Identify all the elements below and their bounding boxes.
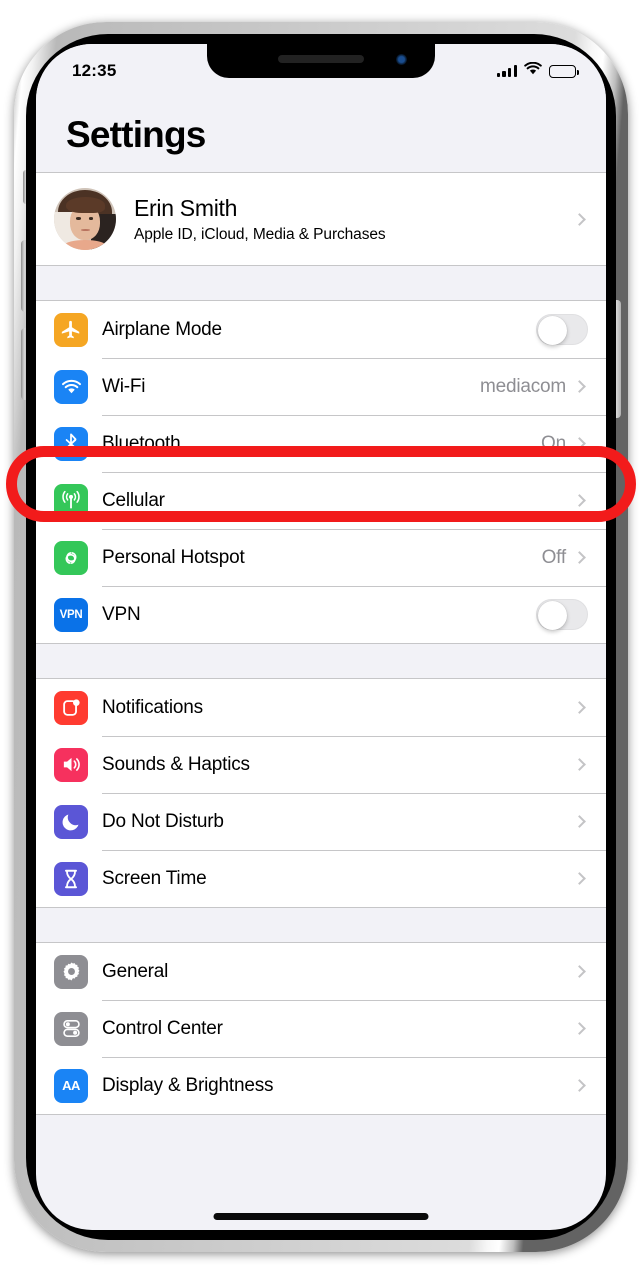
display-aa-icon: AA bbox=[54, 1068, 88, 1103]
speaker-icon bbox=[54, 747, 88, 782]
group-separator bbox=[36, 908, 606, 942]
settings-row-label: Notifications bbox=[102, 696, 203, 718]
page-title: Settings bbox=[66, 114, 206, 155]
gear-icon bbox=[54, 954, 88, 989]
chevron-right-icon bbox=[573, 437, 586, 450]
hourglass-icon bbox=[54, 861, 88, 896]
settings-row-bluetooth[interactable]: Bluetooth On bbox=[36, 415, 606, 472]
settings-group-connectivity: Airplane Mode Wi-Fi mediacom Bluetooth O… bbox=[36, 300, 606, 644]
control-center-icon bbox=[54, 1011, 88, 1046]
wifi-network-value: mediacom bbox=[479, 375, 566, 397]
settings-row-label: Screen Time bbox=[102, 867, 207, 889]
settings-row-control-center[interactable]: Control Center bbox=[36, 1000, 606, 1057]
profile-group: Erin Smith Apple ID, iCloud, Media & Pur… bbox=[36, 172, 606, 266]
front-camera-icon bbox=[396, 54, 407, 65]
vpn-toggle[interactable] bbox=[536, 599, 588, 630]
settings-scroll-view[interactable]: Settings Erin Smith Apple ID, iCloud, Me… bbox=[36, 44, 606, 1230]
settings-row-label: Airplane Mode bbox=[102, 318, 222, 340]
settings-row-label: Control Center bbox=[102, 1017, 223, 1039]
device-notch bbox=[207, 44, 435, 78]
profile-name: Erin Smith bbox=[134, 194, 238, 221]
home-indicator[interactable] bbox=[213, 1213, 429, 1220]
airplane-icon bbox=[54, 312, 88, 347]
phone-screen: 12:35 Settings Erin Smith Apple ID, iClo… bbox=[36, 44, 606, 1230]
chevron-right-icon bbox=[573, 380, 586, 393]
settings-row-cellular[interactable]: Cellular bbox=[36, 472, 606, 529]
chevron-right-icon bbox=[573, 494, 586, 507]
group-separator bbox=[36, 644, 606, 678]
settings-row-screen-time[interactable]: Screen Time bbox=[36, 850, 606, 907]
chevron-right-icon bbox=[573, 212, 586, 226]
wifi-icon bbox=[524, 61, 542, 80]
toggle-knob bbox=[538, 600, 567, 630]
settings-row-display-brightness[interactable]: AA Display & Brightness bbox=[36, 1057, 606, 1114]
bluetooth-icon bbox=[54, 426, 88, 461]
settings-row-label: Sounds & Haptics bbox=[102, 753, 250, 775]
settings-group-system: General Control Center AA Display & Brig… bbox=[36, 942, 606, 1115]
settings-row-label: General bbox=[102, 960, 169, 982]
settings-row-label: Bluetooth bbox=[102, 432, 181, 454]
profile-subtitle: Apple ID, iCloud, Media & Purchases bbox=[134, 225, 386, 243]
chevron-right-icon bbox=[573, 551, 586, 564]
settings-row-sounds-haptics[interactable]: Sounds & Haptics bbox=[36, 736, 606, 793]
chevron-right-icon bbox=[573, 758, 586, 771]
settings-row-label: Wi-Fi bbox=[102, 375, 146, 397]
vpn-icon: VPN bbox=[54, 597, 88, 632]
chevron-right-icon bbox=[573, 815, 586, 828]
apple-id-profile-row[interactable]: Erin Smith Apple ID, iCloud, Media & Pur… bbox=[36, 173, 606, 265]
chevron-right-icon bbox=[573, 965, 586, 978]
settings-row-label: Do Not Disturb bbox=[102, 810, 224, 832]
settings-row-airplane-mode[interactable]: Airplane Mode bbox=[36, 301, 606, 358]
group-separator bbox=[36, 266, 606, 300]
chevron-right-icon bbox=[573, 1022, 586, 1035]
group-separator bbox=[36, 1115, 606, 1149]
settings-row-personal-hotspot[interactable]: Personal Hotspot Off bbox=[36, 529, 606, 586]
settings-row-general[interactable]: General bbox=[36, 943, 606, 1000]
wifi-icon bbox=[54, 369, 88, 404]
profile-text-block: Erin Smith Apple ID, iCloud, Media & Pur… bbox=[134, 195, 575, 244]
settings-group-alerts: Notifications Sounds & Haptics Do Not Di… bbox=[36, 678, 606, 908]
status-bar-time: 12:35 bbox=[72, 61, 117, 80]
cellular-signal-icon bbox=[496, 65, 517, 77]
chevron-right-icon bbox=[573, 872, 586, 885]
toggle-knob bbox=[538, 315, 567, 345]
avatar bbox=[54, 188, 116, 250]
settings-row-label: Display & Brightness bbox=[102, 1074, 274, 1096]
moon-icon bbox=[54, 804, 88, 839]
battery-icon bbox=[549, 64, 580, 78]
chevron-right-icon bbox=[573, 1079, 586, 1092]
bluetooth-status-value: On bbox=[541, 432, 566, 454]
hotspot-link-icon bbox=[54, 540, 88, 575]
cellular-antenna-icon bbox=[54, 483, 88, 518]
airplane-mode-toggle[interactable] bbox=[536, 314, 588, 345]
notifications-icon bbox=[54, 690, 88, 725]
settings-row-do-not-disturb[interactable]: Do Not Disturb bbox=[36, 793, 606, 850]
settings-row-label: VPN bbox=[102, 603, 141, 625]
chevron-right-icon bbox=[573, 701, 586, 714]
status-bar-indicators bbox=[496, 61, 580, 80]
hotspot-status-value: Off bbox=[541, 546, 567, 568]
settings-row-notifications[interactable]: Notifications bbox=[36, 679, 606, 736]
settings-row-wifi[interactable]: Wi-Fi mediacom bbox=[36, 358, 606, 415]
settings-row-label: Cellular bbox=[102, 489, 165, 511]
earpiece-speaker-icon bbox=[278, 55, 364, 63]
settings-row-label: Personal Hotspot bbox=[102, 546, 245, 568]
settings-row-vpn[interactable]: VPN VPN bbox=[36, 586, 606, 643]
